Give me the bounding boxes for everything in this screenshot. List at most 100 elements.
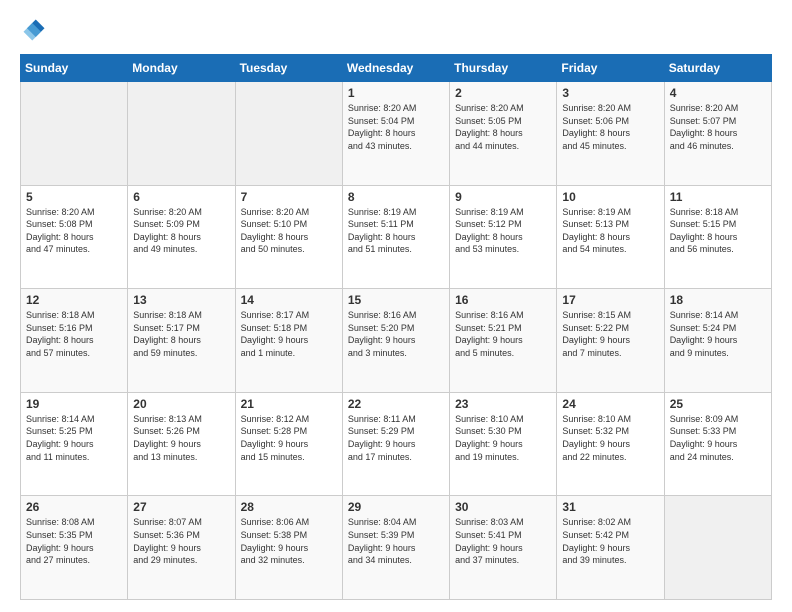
day-info: Sunrise: 8:02 AM Sunset: 5:42 PM Dayligh…	[562, 516, 658, 566]
day-info: Sunrise: 8:06 AM Sunset: 5:38 PM Dayligh…	[241, 516, 337, 566]
day-info: Sunrise: 8:15 AM Sunset: 5:22 PM Dayligh…	[562, 309, 658, 359]
day-number: 17	[562, 293, 658, 307]
day-number: 26	[26, 500, 122, 514]
day-number: 28	[241, 500, 337, 514]
day-cell: 25 Sunrise: 8:09 AM Sunset: 5:33 PM Dayli…	[664, 392, 771, 496]
day-info: Sunrise: 8:08 AM Sunset: 5:35 PM Dayligh…	[26, 516, 122, 566]
day-cell	[128, 82, 235, 186]
day-info: Sunrise: 8:18 AM Sunset: 5:16 PM Dayligh…	[26, 309, 122, 359]
page: SundayMondayTuesdayWednesdayThursdayFrid…	[0, 0, 792, 612]
weekday-wednesday: Wednesday	[342, 55, 449, 82]
day-number: 6	[133, 190, 229, 204]
week-row-3: 12 Sunrise: 8:18 AM Sunset: 5:16 PM Dayli…	[21, 289, 772, 393]
weekday-thursday: Thursday	[450, 55, 557, 82]
day-cell: 18Sunrise: 8:14 AM Sunset: 5:24 PM Dayli…	[664, 289, 771, 393]
day-cell: 30Sunrise: 8:03 AM Sunset: 5:41 PM Dayli…	[450, 496, 557, 600]
week-row-2: 5Sunrise: 8:20 AM Sunset: 5:08 PM Daylig…	[21, 185, 772, 289]
day-info: Sunrise: 8:20 AM Sunset: 5:10 PM Dayligh…	[241, 206, 337, 256]
day-info: Sunrise: 8:10 AM Sunset: 5:30 PM Dayligh…	[455, 413, 551, 463]
day-info: Sunrise: 8:20 AM Sunset: 5:05 PM Dayligh…	[455, 102, 551, 152]
day-info: Sunrise: 8:09 AM Sunset: 5:33 PM Dayligh…	[670, 413, 766, 463]
day-number: 29	[348, 500, 444, 514]
day-number: 1	[348, 86, 444, 100]
day-info: Sunrise: 8:07 AM Sunset: 5:36 PM Dayligh…	[133, 516, 229, 566]
day-cell: 21 Sunrise: 8:12 AM Sunset: 5:28 PM Dayli…	[235, 392, 342, 496]
day-cell: 23 Sunrise: 8:10 AM Sunset: 5:30 PM Dayli…	[450, 392, 557, 496]
day-info: Sunrise: 8:16 AM Sunset: 5:20 PM Dayligh…	[348, 309, 444, 359]
day-info: Sunrise: 8:20 AM Sunset: 5:06 PM Dayligh…	[562, 102, 658, 152]
day-info: Sunrise: 8:04 AM Sunset: 5:39 PM Dayligh…	[348, 516, 444, 566]
day-cell: 10 Sunrise: 8:19 AM Sunset: 5:13 PM Dayli…	[557, 185, 664, 289]
day-info: Sunrise: 8:19 AM Sunset: 5:12 PM Dayligh…	[455, 206, 551, 256]
day-number: 13	[133, 293, 229, 307]
day-cell: 17 Sunrise: 8:15 AM Sunset: 5:22 PM Dayli…	[557, 289, 664, 393]
day-cell: 8Sunrise: 8:19 AM Sunset: 5:11 PM Daylig…	[342, 185, 449, 289]
day-number: 4	[670, 86, 766, 100]
day-cell: 15 Sunrise: 8:16 AM Sunset: 5:20 PM Dayli…	[342, 289, 449, 393]
week-row-1: 1 Sunrise: 8:20 AM Sunset: 5:04 PM Daylig…	[21, 82, 772, 186]
day-cell: 19 Sunrise: 8:14 AM Sunset: 5:25 PM Dayli…	[21, 392, 128, 496]
weekday-sunday: Sunday	[21, 55, 128, 82]
day-number: 2	[455, 86, 551, 100]
day-number: 15	[348, 293, 444, 307]
day-info: Sunrise: 8:16 AM Sunset: 5:21 PM Dayligh…	[455, 309, 551, 359]
day-info: Sunrise: 8:14 AM Sunset: 5:25 PM Dayligh…	[26, 413, 122, 463]
header	[20, 16, 772, 44]
day-cell	[235, 82, 342, 186]
day-cell: 31 Sunrise: 8:02 AM Sunset: 5:42 PM Dayli…	[557, 496, 664, 600]
day-number: 14	[241, 293, 337, 307]
day-cell: 22 Sunrise: 8:11 AM Sunset: 5:29 PM Dayli…	[342, 392, 449, 496]
weekday-tuesday: Tuesday	[235, 55, 342, 82]
day-info: Sunrise: 8:10 AM Sunset: 5:32 PM Dayligh…	[562, 413, 658, 463]
day-info: Sunrise: 8:17 AM Sunset: 5:18 PM Dayligh…	[241, 309, 337, 359]
day-cell: 6 Sunrise: 8:20 AM Sunset: 5:09 PM Daylig…	[128, 185, 235, 289]
day-info: Sunrise: 8:19 AM Sunset: 5:13 PM Dayligh…	[562, 206, 658, 256]
day-cell: 5Sunrise: 8:20 AM Sunset: 5:08 PM Daylig…	[21, 185, 128, 289]
day-number: 20	[133, 397, 229, 411]
day-info: Sunrise: 8:20 AM Sunset: 5:04 PM Dayligh…	[348, 102, 444, 152]
day-number: 21	[241, 397, 337, 411]
weekday-friday: Friday	[557, 55, 664, 82]
weekday-header-row: SundayMondayTuesdayWednesdayThursdayFrid…	[21, 55, 772, 82]
day-info: Sunrise: 8:18 AM Sunset: 5:15 PM Dayligh…	[670, 206, 766, 256]
day-cell: 13 Sunrise: 8:18 AM Sunset: 5:17 PM Dayli…	[128, 289, 235, 393]
day-number: 22	[348, 397, 444, 411]
day-cell: 26 Sunrise: 8:08 AM Sunset: 5:35 PM Dayli…	[21, 496, 128, 600]
day-number: 25	[670, 397, 766, 411]
day-cell: 12 Sunrise: 8:18 AM Sunset: 5:16 PM Dayli…	[21, 289, 128, 393]
day-cell: 29 Sunrise: 8:04 AM Sunset: 5:39 PM Dayli…	[342, 496, 449, 600]
day-cell: 2 Sunrise: 8:20 AM Sunset: 5:05 PM Daylig…	[450, 82, 557, 186]
day-number: 5	[26, 190, 122, 204]
day-cell: 1 Sunrise: 8:20 AM Sunset: 5:04 PM Daylig…	[342, 82, 449, 186]
weekday-monday: Monday	[128, 55, 235, 82]
calendar: SundayMondayTuesdayWednesdayThursdayFrid…	[20, 54, 772, 600]
day-cell: 3 Sunrise: 8:20 AM Sunset: 5:06 PM Daylig…	[557, 82, 664, 186]
day-info: Sunrise: 8:13 AM Sunset: 5:26 PM Dayligh…	[133, 413, 229, 463]
day-number: 12	[26, 293, 122, 307]
day-number: 3	[562, 86, 658, 100]
day-number: 24	[562, 397, 658, 411]
day-number: 19	[26, 397, 122, 411]
day-number: 10	[562, 190, 658, 204]
day-cell: 28 Sunrise: 8:06 AM Sunset: 5:38 PM Dayli…	[235, 496, 342, 600]
day-info: Sunrise: 8:12 AM Sunset: 5:28 PM Dayligh…	[241, 413, 337, 463]
day-cell: 27 Sunrise: 8:07 AM Sunset: 5:36 PM Dayli…	[128, 496, 235, 600]
day-cell: 7 Sunrise: 8:20 AM Sunset: 5:10 PM Daylig…	[235, 185, 342, 289]
weekday-saturday: Saturday	[664, 55, 771, 82]
day-number: 27	[133, 500, 229, 514]
day-number: 11	[670, 190, 766, 204]
day-number: 23	[455, 397, 551, 411]
day-cell	[21, 82, 128, 186]
day-cell: 20 Sunrise: 8:13 AM Sunset: 5:26 PM Dayli…	[128, 392, 235, 496]
day-cell: 16 Sunrise: 8:16 AM Sunset: 5:21 PM Dayli…	[450, 289, 557, 393]
day-number: 31	[562, 500, 658, 514]
day-info: Sunrise: 8:20 AM Sunset: 5:09 PM Dayligh…	[133, 206, 229, 256]
week-row-4: 19 Sunrise: 8:14 AM Sunset: 5:25 PM Dayli…	[21, 392, 772, 496]
day-number: 16	[455, 293, 551, 307]
day-number: 9	[455, 190, 551, 204]
day-info: Sunrise: 8:03 AM Sunset: 5:41 PM Dayligh…	[455, 516, 551, 566]
day-number: 18	[670, 293, 766, 307]
day-number: 7	[241, 190, 337, 204]
day-info: Sunrise: 8:18 AM Sunset: 5:17 PM Dayligh…	[133, 309, 229, 359]
day-info: Sunrise: 8:11 AM Sunset: 5:29 PM Dayligh…	[348, 413, 444, 463]
